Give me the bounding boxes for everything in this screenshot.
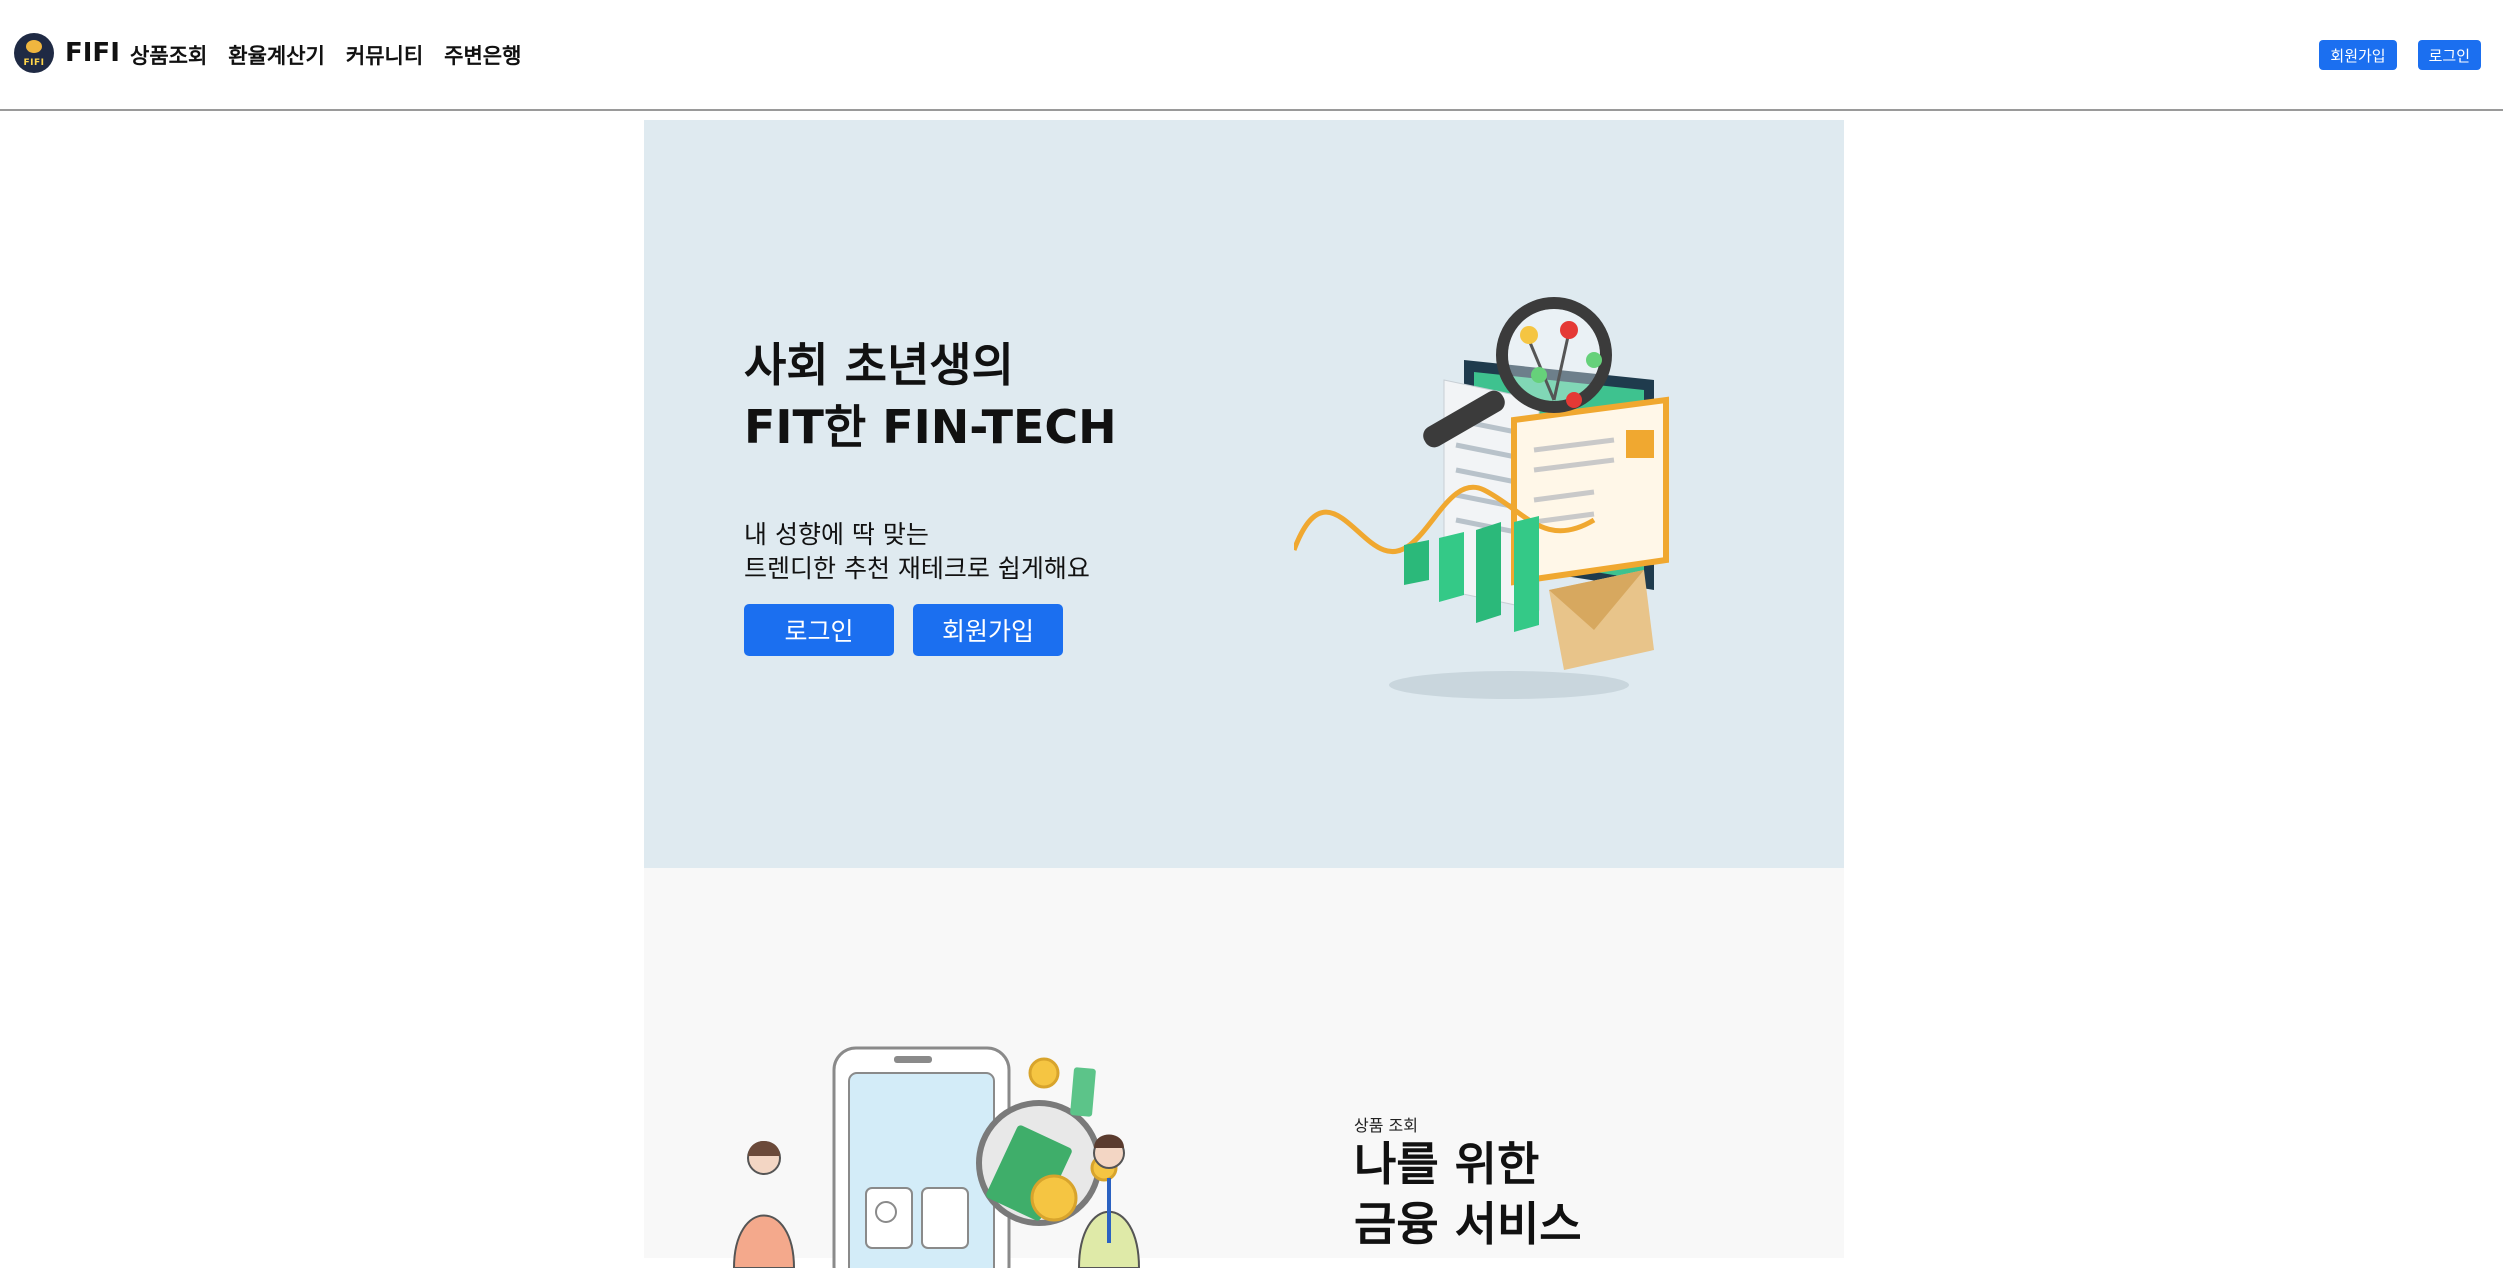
fifi-logo-icon: FIFI — [14, 33, 54, 73]
brand-name: FIFI — [65, 38, 120, 68]
hero-buttons: 로그인 회원가입 — [744, 604, 1082, 656]
top-navbar: FIFI FIFI 상품조회 환율계산기 커뮤니티 주변은행 회원가입 로그인 — [0, 0, 2503, 111]
products-section: 상품 조회 나를 위한 금융 서비스 — [644, 868, 1844, 1268]
hero-title-line-1: 사회 초년생의 — [744, 338, 1014, 392]
hero-title: 사회 초년생의 FIT한 FIN-TECH — [744, 334, 1117, 458]
section-title-line-2: 금융 서비스 — [1354, 1197, 1582, 1251]
brand-home-link[interactable]: FIFI FIFI — [14, 33, 120, 73]
nav-nearby-banks[interactable]: 주변은행 — [444, 40, 521, 70]
hero-section: 사회 초년생의 FIT한 FIN-TECH 내 성향에 딱 맞는 트렌디한 추천… — [644, 120, 1844, 868]
mobile-banking-illustration-icon — [732, 1046, 1141, 1268]
hero-subtitle-line-1: 내 성향에 딱 맞는 — [744, 520, 929, 549]
hero-signup-button[interactable]: 회원가입 — [913, 604, 1063, 656]
hero-subtitle: 내 성향에 딱 맞는 트렌디한 추천 재테크로 쉽게해요 — [744, 518, 1090, 586]
nav-signup-button[interactable]: 회원가입 — [2319, 40, 2397, 70]
nav-login-button[interactable]: 로그인 — [2417, 40, 2481, 70]
main-nav: 상품조회 환율계산기 커뮤니티 주변은행 — [130, 40, 542, 70]
section-title-line-1: 나를 위한 — [1354, 1137, 1540, 1191]
logo-text: FIFI — [23, 58, 45, 68]
nav-products[interactable]: 상품조회 — [130, 40, 207, 70]
nav-community[interactable]: 커뮤니티 — [346, 40, 423, 70]
hero-login-button[interactable]: 로그인 — [744, 604, 894, 656]
auth-buttons: 회원가입 로그인 — [2298, 40, 2481, 70]
section-kicker: 상품 조회 — [1354, 1116, 1418, 1135]
financial-report-illustration-icon — [1294, 297, 1669, 699]
nav-exchange-calculator[interactable]: 환율계산기 — [228, 40, 325, 70]
hero-title-line-2: FIT한 FIN-TECH — [744, 400, 1117, 454]
hero-subtitle-line-2: 트렌디한 추천 재테크로 쉽게해요 — [744, 554, 1090, 583]
section-title: 나를 위한 금융 서비스 — [1354, 1134, 1582, 1254]
